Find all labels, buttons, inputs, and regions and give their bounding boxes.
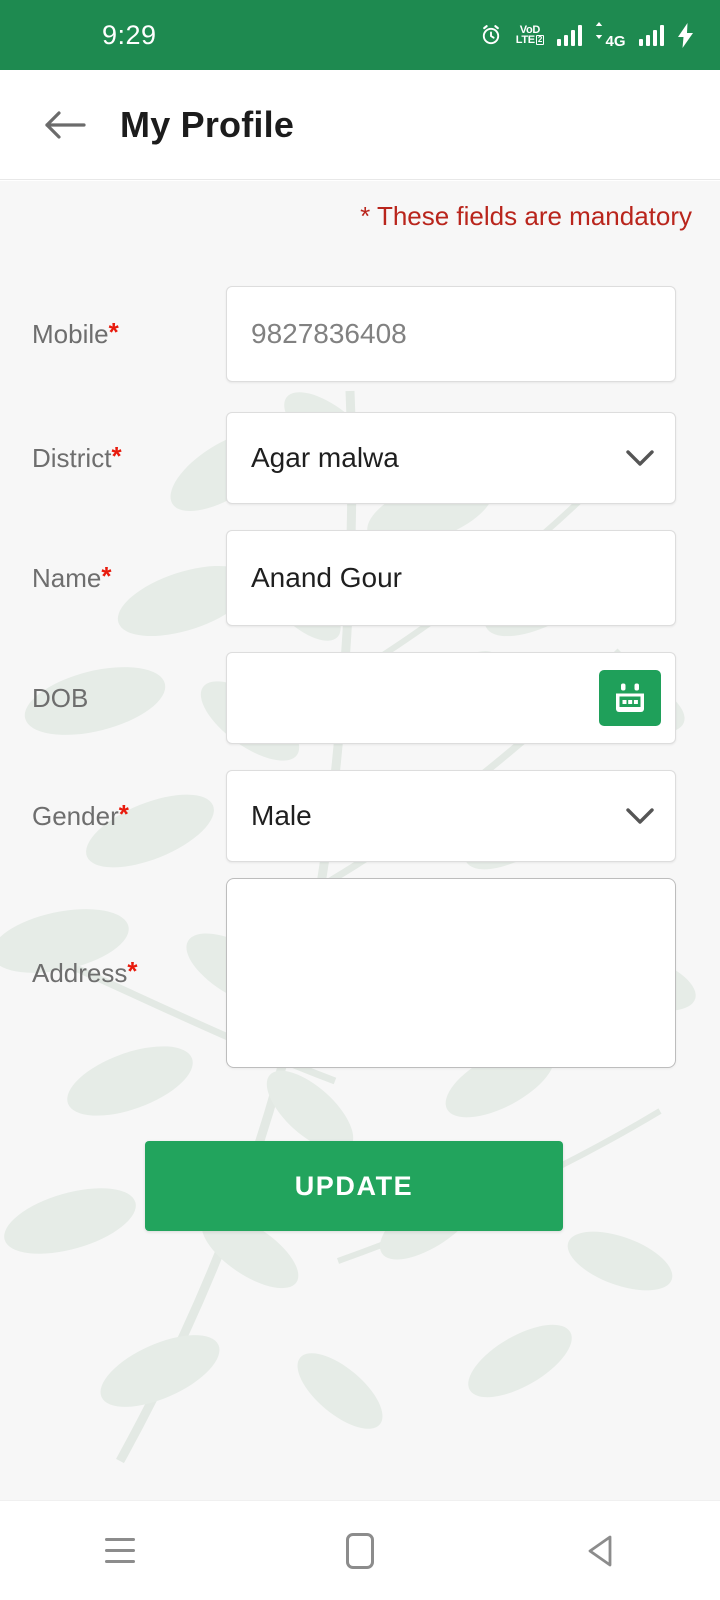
- label-dob-text: DOB: [32, 682, 89, 713]
- dob-input[interactable]: [226, 652, 676, 744]
- calendar-icon: [616, 683, 644, 712]
- update-button[interactable]: UPDATE: [145, 1141, 563, 1231]
- mobile-input[interactable]: 9827836408: [226, 286, 676, 382]
- control-district: Agar malwa: [226, 412, 676, 504]
- label-gender: Gender*: [0, 801, 226, 832]
- android-navigation-bar: [0, 1500, 720, 1600]
- field-row-address: Address*: [0, 878, 720, 1068]
- required-marker-district: *: [111, 440, 122, 471]
- update-button-wrap: UPDATE: [145, 1141, 563, 1231]
- volte-sim-badge: 2: [535, 35, 544, 45]
- volte-icon: VoD LTE 2: [515, 25, 544, 46]
- label-district-text: District: [32, 442, 112, 473]
- label-name-text: Name: [32, 562, 102, 593]
- home-square-icon: [346, 1532, 374, 1569]
- field-row-dob: DOB: [0, 652, 720, 744]
- label-address: Address*: [0, 958, 226, 989]
- calendar-picker-button[interactable]: [599, 670, 661, 726]
- label-mobile: Mobile*: [0, 319, 226, 350]
- chevron-down-icon-gender[interactable]: [625, 807, 655, 826]
- field-row-name: Name* Anand Gour: [0, 530, 720, 626]
- network-4g-icon: 4G: [595, 22, 626, 50]
- status-bar-icons: VoD LTE 2 4G: [479, 22, 694, 50]
- signal-bars-sim2-icon: [638, 24, 664, 46]
- app-bar: My Profile: [0, 70, 720, 180]
- district-select-value: Agar malwa: [251, 442, 399, 473]
- back-arrow-icon: [45, 110, 86, 139]
- chevron-down-icon-district[interactable]: [625, 449, 655, 468]
- mandatory-fields-note: * These fields are mandatory: [360, 201, 692, 231]
- name-input-value: Anand Gour: [251, 562, 402, 593]
- gender-select[interactable]: Male: [226, 770, 676, 862]
- required-marker-name: *: [101, 560, 112, 591]
- required-marker-mobile: *: [108, 316, 119, 347]
- status-bar: 9:29 VoD LTE 2 4G: [0, 0, 720, 70]
- district-select[interactable]: Agar malwa: [226, 412, 676, 504]
- nav-recents-button[interactable]: [50, 1501, 190, 1600]
- label-name: Name*: [0, 563, 226, 594]
- content-area: * These fields are mandatory Mobile* 982…: [0, 181, 720, 1500]
- nav-home-button[interactable]: [290, 1501, 430, 1600]
- required-marker-gender: *: [118, 798, 129, 829]
- control-gender: Male: [226, 770, 676, 862]
- mobile-input-value: 9827836408: [251, 318, 407, 349]
- name-input[interactable]: Anand Gour: [226, 530, 676, 626]
- control-mobile: 9827836408: [226, 286, 676, 382]
- back-triangle-icon: [588, 1535, 612, 1566]
- status-bar-clock: 9:29: [102, 19, 157, 50]
- field-row-district: District* Agar malwa: [0, 412, 720, 504]
- phone-screen: 9:29 VoD LTE 2 4G My Profile * These fie…: [0, 0, 720, 1600]
- page-title: My Profile: [120, 103, 295, 145]
- control-address: [226, 878, 676, 1068]
- label-gender-text: Gender: [32, 800, 119, 831]
- control-name: Anand Gour: [226, 530, 676, 626]
- label-mobile-text: Mobile: [32, 318, 109, 349]
- gender-select-value: Male: [251, 800, 312, 831]
- label-district: District*: [0, 443, 226, 474]
- back-button[interactable]: [28, 108, 102, 142]
- volte-line2: LTE: [515, 34, 535, 46]
- signal-bars-sim1-icon: [556, 24, 583, 46]
- label-address-text: Address: [32, 957, 128, 988]
- label-dob: DOB: [0, 683, 226, 714]
- alarm-icon: [479, 23, 503, 47]
- field-row-mobile: Mobile* 9827836408: [0, 286, 720, 382]
- required-marker-address: *: [127, 955, 138, 986]
- address-textarea[interactable]: [226, 878, 676, 1068]
- profile-form: Mobile* 9827836408 District* Agar malwa: [0, 286, 720, 1068]
- field-row-gender: Gender* Male: [0, 770, 720, 862]
- control-dob: [226, 652, 676, 744]
- hamburger-icon: [105, 1538, 135, 1563]
- battery-charging-icon: [677, 22, 694, 48]
- network-4g-label: 4G: [605, 33, 626, 50]
- nav-back-button[interactable]: [530, 1501, 670, 1600]
